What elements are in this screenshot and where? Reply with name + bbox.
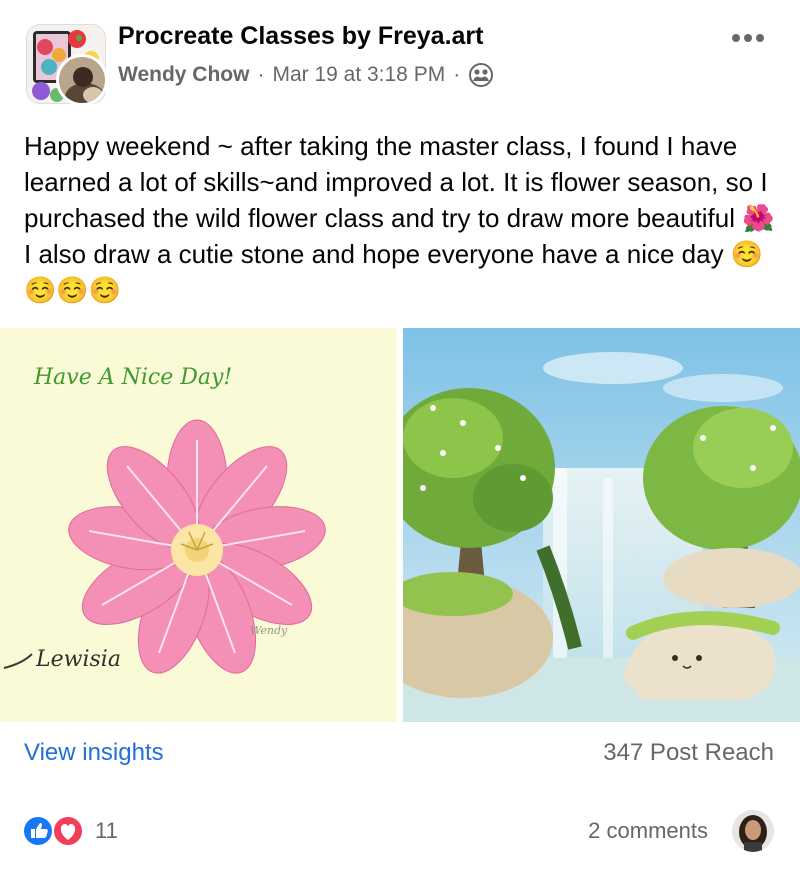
post-body-text: Happy weekend ~ after taking the master … <box>24 128 784 308</box>
insights-row: View insights 347 Post Reach <box>0 735 800 775</box>
post-meta: Wendy Chow · Mar 19 at 3:18 PM · <box>118 62 494 88</box>
author-avatar[interactable] <box>56 54 108 106</box>
comments-count-link[interactable]: 2 comments <box>588 818 708 844</box>
post-timestamp[interactable]: Mar 19 at 3:18 PM <box>272 63 445 87</box>
post-text-part1: Happy weekend ~ after taking the master … <box>24 131 768 233</box>
post-avatars[interactable] <box>26 24 110 106</box>
meta-separator: · <box>453 63 461 86</box>
reaction-count[interactable]: 11 <box>95 818 118 844</box>
post-header: Procreate Classes by Freya.art Wendy Cho… <box>0 0 800 118</box>
post-text-part2: I also draw a cutie stone and hope every… <box>24 239 724 269</box>
waterfall-drawing-photo[interactable] <box>403 328 800 722</box>
post-photos: Have A Nice Day! Wendy Lewisia <box>0 328 800 722</box>
author-name-link[interactable]: Wendy Chow <box>118 63 249 87</box>
post-reach-count[interactable]: 347 Post Reach <box>603 739 774 767</box>
dot-icon <box>732 34 740 42</box>
reactions-row: 11 2 comments <box>0 808 800 858</box>
group-name-link[interactable]: Procreate Classes by Freya.art <box>118 22 484 51</box>
view-insights-link[interactable]: View insights <box>24 739 164 767</box>
members-group-icon <box>468 62 494 88</box>
artist-signature: Wendy <box>250 624 288 637</box>
dot-icon <box>756 34 764 42</box>
reaction-icons[interactable] <box>22 814 88 848</box>
flower-caption: Lewisia <box>35 647 121 672</box>
more-options-button[interactable] <box>728 24 768 52</box>
meta-separator: · <box>257 63 265 86</box>
love-icon <box>52 815 84 847</box>
commenter-avatar[interactable] <box>732 810 774 852</box>
like-icon <box>22 815 54 847</box>
dot-icon <box>744 34 752 42</box>
handwriting-greeting: Have A Nice Day! <box>33 365 232 390</box>
hibiscus-emoji-icon: 🌺 <box>742 203 775 233</box>
flower-drawing-photo[interactable]: Have A Nice Day! Wendy Lewisia <box>0 328 397 722</box>
